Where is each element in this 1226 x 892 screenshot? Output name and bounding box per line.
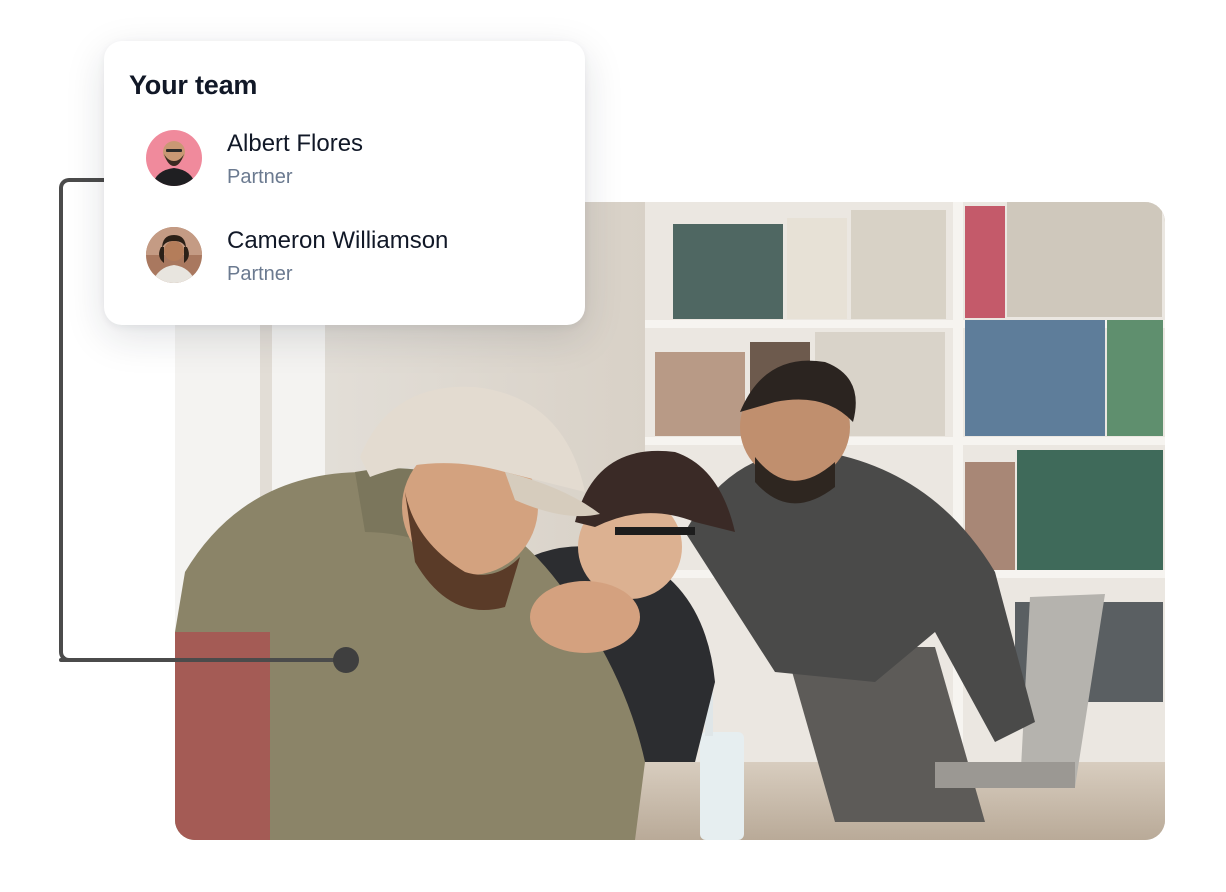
member-role: Partner [227, 166, 293, 188]
member-name: Cameron Williamson [227, 227, 449, 254]
person-avatar-pink-icon [146, 130, 202, 186]
member-name: Albert Flores [227, 130, 364, 157]
team-member[interactable]: Albert Flores Partner [146, 130, 566, 190]
connector-line-vertical [59, 178, 109, 662]
team-card: Your team Albert Flores Partner Cameron … [104, 41, 585, 325]
member-role: Partner [227, 263, 293, 285]
team-card-title: Your team [129, 70, 258, 100]
connector-dot [333, 647, 359, 673]
connector-line-horizontal [59, 658, 344, 662]
team-member[interactable]: Cameron Williamson Partner [146, 227, 566, 287]
person-avatar-brick-icon [146, 227, 202, 283]
